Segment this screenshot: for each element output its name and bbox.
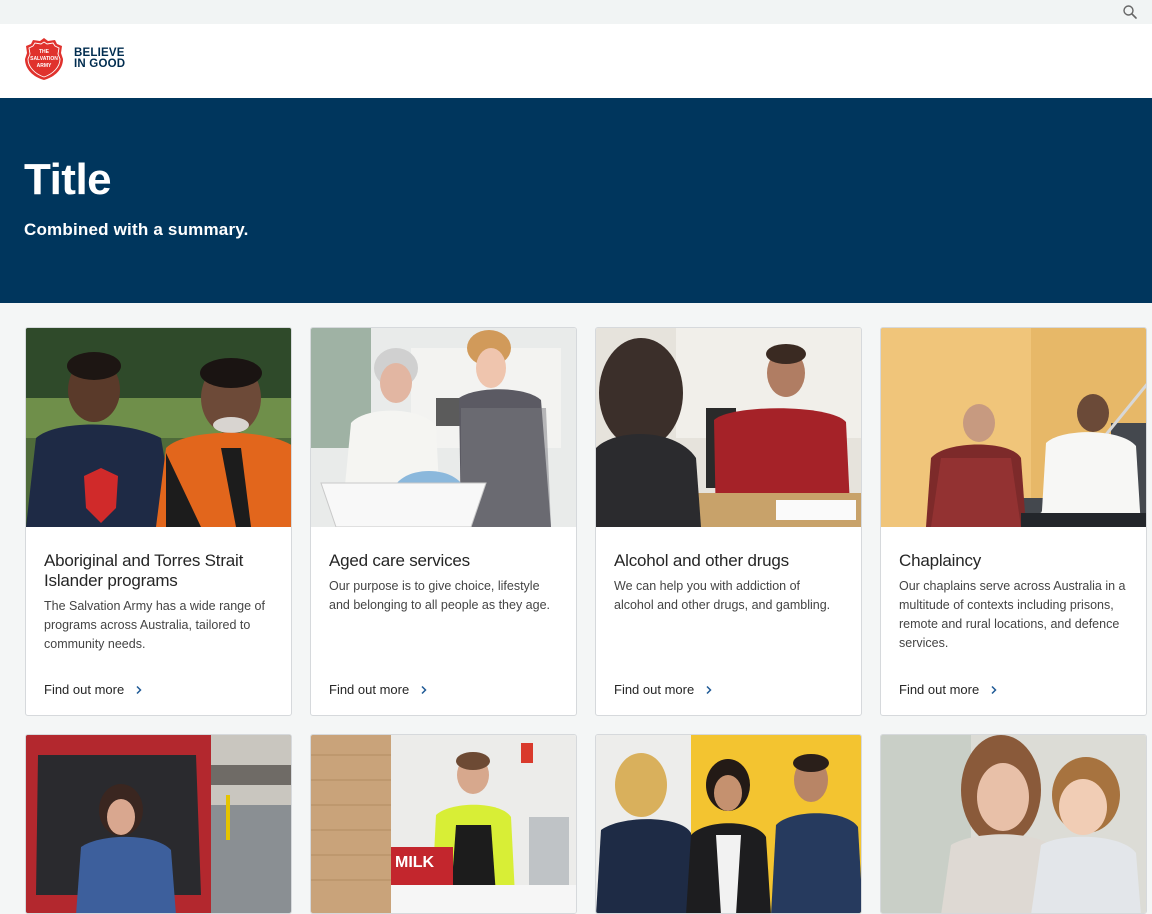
card-title: Aged care services — [329, 551, 470, 570]
card-description: Our purpose is to give choice, lifestyle… — [329, 579, 551, 612]
link-label: Find out more — [614, 682, 695, 697]
site-logo[interactable]: THE SALVATION ARMY BELIEVE IN GOOD — [24, 37, 125, 81]
find-out-more-link[interactable]: Find out more — [899, 682, 999, 697]
hero-banner: Title Combined with a summary. — [0, 98, 1152, 303]
card-photo-aged-care — [311, 328, 576, 527]
site-header: THE SALVATION ARMY BELIEVE IN GOOD — [0, 24, 1152, 98]
svg-text:SALVATION: SALVATION — [30, 56, 58, 62]
card-photo-alcohol-drugs — [596, 328, 861, 527]
card-title: Chaplaincy — [899, 551, 982, 570]
card-description: The Salvation Army has a wide range of p… — [44, 599, 265, 651]
service-card-row2-1[interactable] — [25, 734, 292, 914]
service-card-alcohol-drugs[interactable]: Alcohol and other drugs We can help you … — [595, 327, 862, 716]
service-card-aboriginal[interactable]: Aboriginal and Torres Strait Islander pr… — [25, 327, 292, 716]
card-photo-car-boot — [26, 735, 291, 913]
card-title: Alcohol and other drugs — [614, 551, 789, 570]
page-title: Title — [24, 155, 112, 204]
card-photo-mother-child — [881, 735, 1146, 913]
page-summary: Combined with a summary. — [24, 220, 249, 239]
chevron-right-icon — [991, 685, 997, 694]
find-out-more-link[interactable]: Find out more — [329, 682, 429, 697]
link-label: Find out more — [899, 682, 980, 697]
find-out-more-link[interactable]: Find out more — [614, 682, 714, 697]
card-description: We can help you with addiction of alcoho… — [614, 579, 831, 612]
card-photo-office-meeting — [596, 735, 861, 913]
link-label: Find out more — [44, 682, 125, 697]
service-card-row2-4[interactable] — [880, 734, 1147, 914]
svg-text:THE: THE — [39, 49, 50, 55]
utility-bar — [0, 0, 1152, 24]
card-description: Our chaplains serve across Australia in … — [899, 579, 1126, 650]
link-label: Find out more — [329, 682, 410, 697]
logo-tagline: BELIEVE IN GOOD — [74, 47, 126, 71]
card-photo-milk-stall: MILK — [311, 735, 576, 913]
chevron-right-icon — [706, 685, 712, 694]
svg-text:MILK: MILK — [395, 854, 435, 871]
service-card-chaplaincy[interactable]: Chaplaincy Our chaplains serve across Au… — [880, 327, 1147, 716]
card-title: Aboriginal and Torres Strait Islander pr… — [44, 551, 244, 590]
chevron-right-icon — [421, 685, 427, 694]
service-card-aged-care[interactable]: Aged care services Our purpose is to giv… — [310, 327, 577, 716]
service-card-row2-2[interactable]: MILK — [310, 734, 577, 914]
search-icon[interactable] — [1122, 4, 1138, 20]
chevron-right-icon — [136, 685, 142, 694]
find-out-more-link[interactable]: Find out more — [44, 682, 144, 697]
card-photo-chaplaincy — [881, 328, 1146, 527]
salvation-army-shield-icon: THE SALVATION ARMY — [25, 38, 63, 80]
card-photo-aboriginal — [26, 328, 291, 527]
service-card-row2-3[interactable] — [595, 734, 862, 914]
svg-text:ARMY: ARMY — [37, 63, 52, 69]
tagline-line-2: IN GOOD — [74, 58, 126, 70]
